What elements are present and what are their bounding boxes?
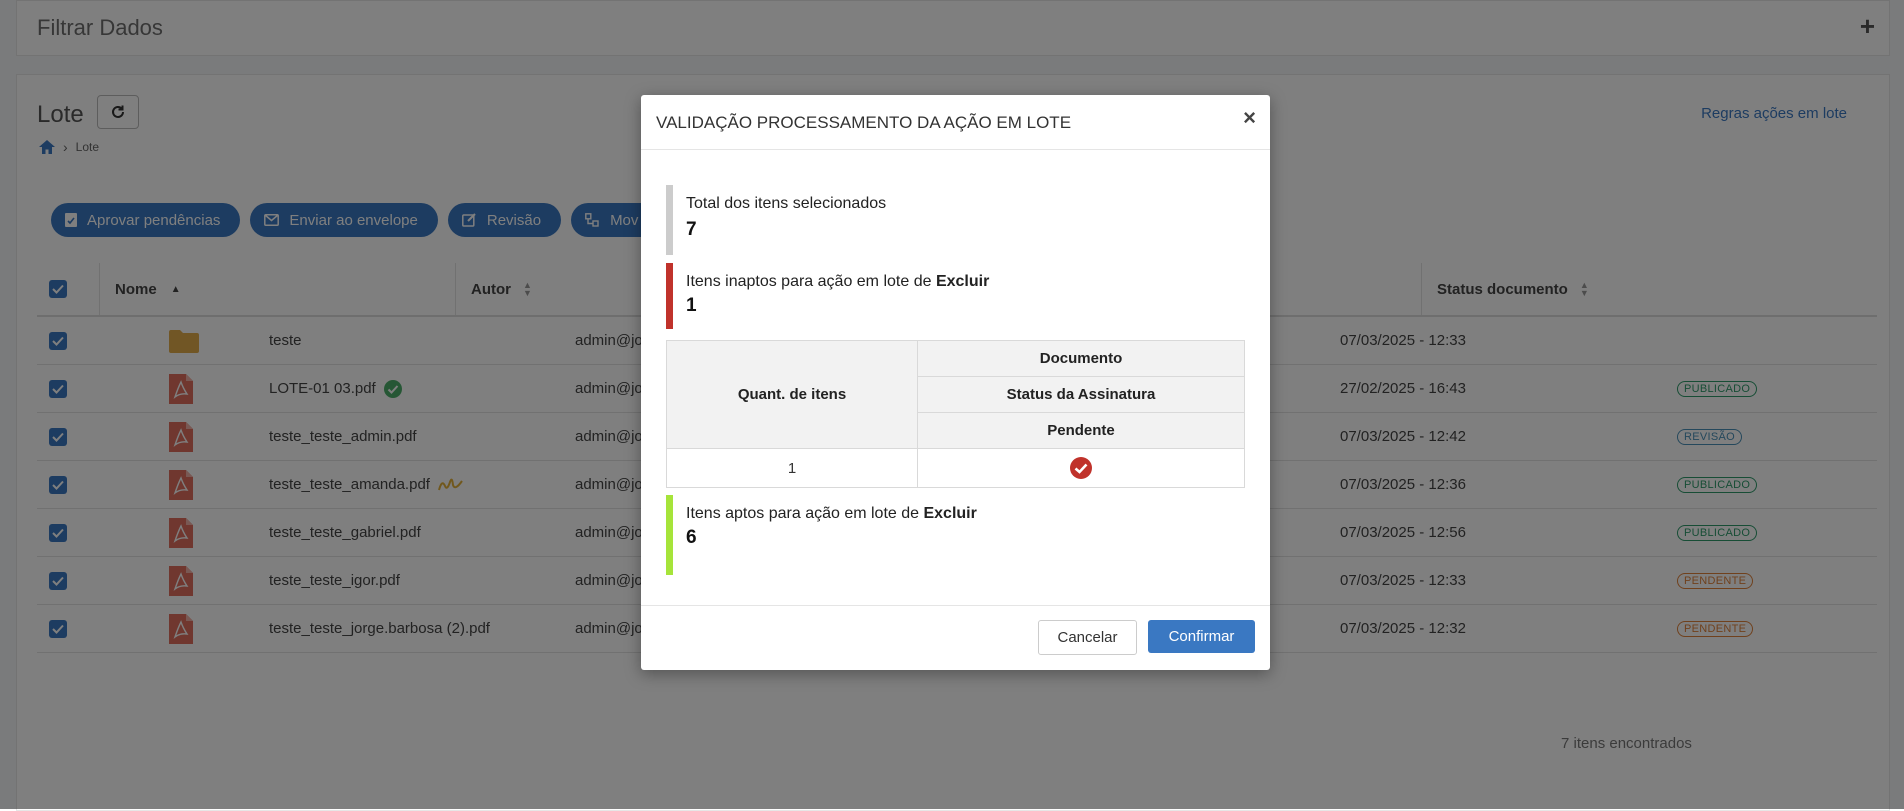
apt-label: Itens aptos para ação em lote de Excluir: [686, 505, 977, 522]
check-circle-icon: [1070, 457, 1092, 479]
total-value: 7: [686, 219, 697, 240]
inapt-bar: [666, 263, 673, 329]
inapt-block: Itens inaptos para ação em lote de Exclu…: [666, 263, 1266, 329]
modal-footer: Cancelar Confirmar: [641, 605, 1270, 671]
modal-title: VALIDAÇÃO PROCESSAMENTO DA AÇÃO EM LOTE: [656, 113, 1072, 132]
total-bar: [666, 185, 673, 255]
document-header: Documento: [917, 340, 1245, 377]
inapt-label: Itens inaptos para ação em lote de Exclu…: [686, 273, 990, 290]
apt-action: Excluir: [923, 505, 977, 522]
qty-value: 1: [666, 448, 918, 488]
validation-modal: VALIDAÇÃO PROCESSAMENTO DA AÇÃO EM LOTE …: [641, 95, 1270, 670]
signature-status-header: Status da Assinatura: [917, 376, 1245, 413]
apt-bar: [666, 495, 673, 575]
pending-header: Pendente: [917, 412, 1245, 449]
apt-value: 6: [686, 527, 697, 548]
total-block: Total dos itens selecionados 7: [666, 185, 1266, 255]
close-icon[interactable]: ×: [1243, 105, 1256, 131]
inapt-items-table: Quant. de itens Documento Status da Assi…: [666, 340, 1245, 488]
inapt-action: Excluir: [935, 273, 990, 290]
qty-header: Quant. de itens: [666, 340, 918, 449]
confirm-button[interactable]: Confirmar: [1148, 620, 1255, 653]
modal-header: VALIDAÇÃO PROCESSAMENTO DA AÇÃO EM LOTE …: [641, 95, 1270, 150]
inapt-value: 1: [686, 295, 697, 316]
pending-cell: [917, 448, 1245, 488]
total-label: Total dos itens selecionados: [686, 195, 887, 212]
apt-block: Itens aptos para ação em lote de Excluir…: [666, 495, 1266, 575]
cancel-button[interactable]: Cancelar: [1038, 620, 1137, 655]
